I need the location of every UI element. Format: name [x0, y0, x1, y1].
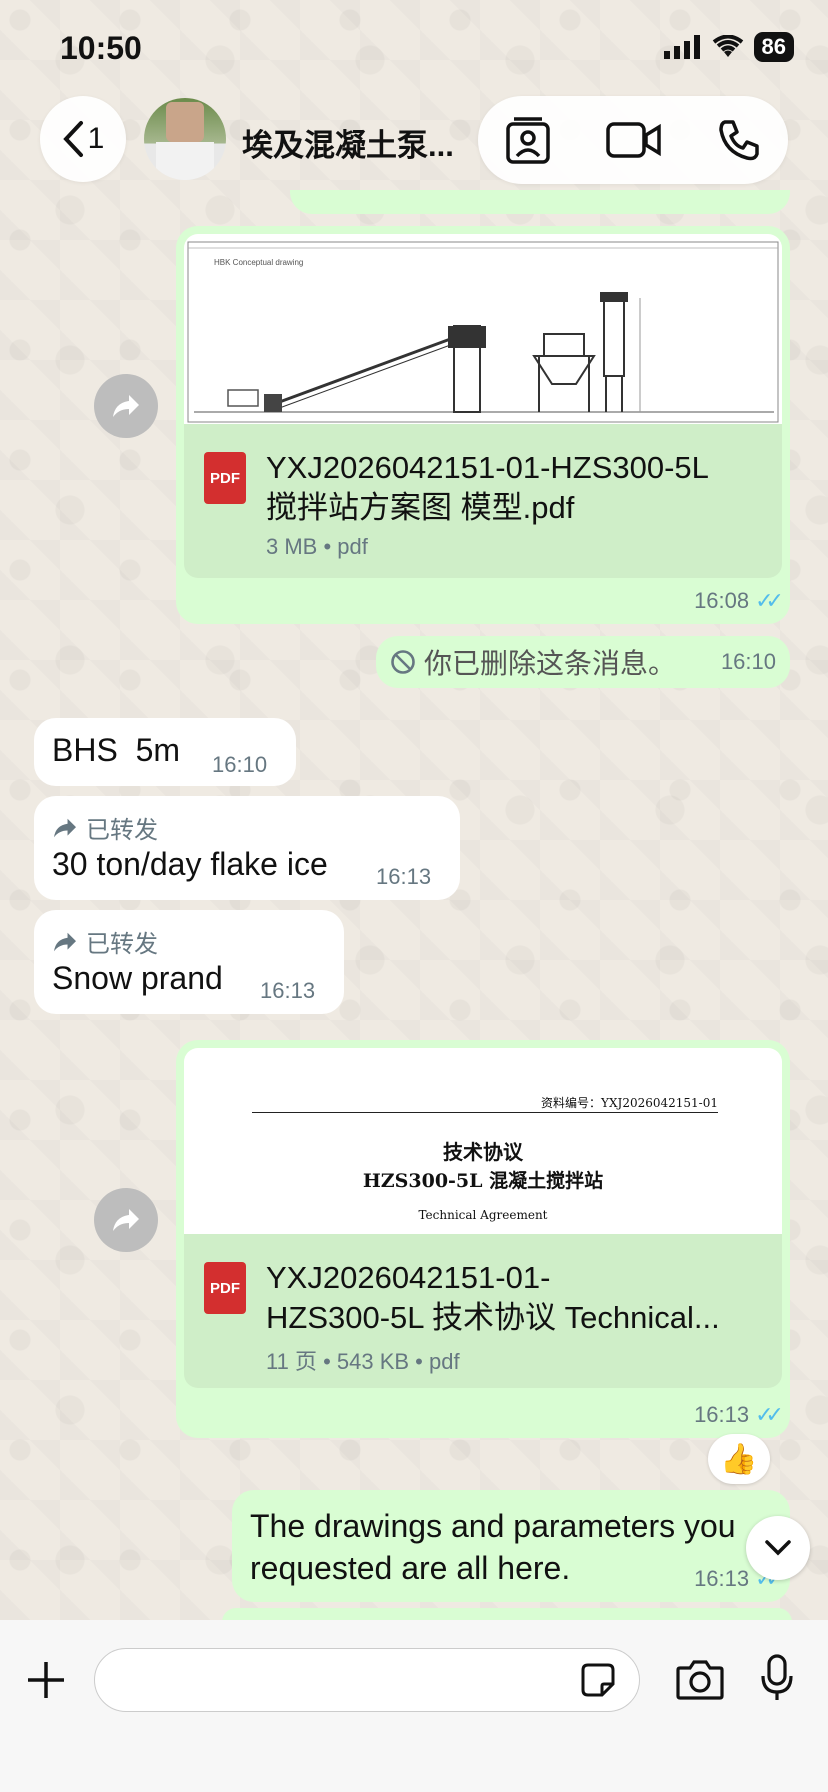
file-name-line2: 搅拌站方案图 模型.pdf — [266, 490, 575, 525]
contact-card-icon[interactable] — [505, 116, 551, 164]
header-actions — [478, 96, 788, 184]
file-info-card[interactable]: PDF YXJ2026042151-01- HZS300-5L 技术协议 Tec… — [184, 1234, 782, 1388]
thumbs-up-icon: 👍 — [720, 1442, 758, 1476]
message-time: 16:13 — [694, 1402, 750, 1427]
chevron-left-icon — [62, 121, 83, 157]
status-time: 10:50 — [60, 30, 142, 66]
reaction-badge[interactable]: 👍 — [708, 1434, 770, 1484]
video-call-icon[interactable] — [606, 121, 662, 159]
message-text-line1: The drawings and parameters you — [250, 1508, 736, 1544]
message-time: 16:13 — [376, 864, 432, 889]
thumbnail-title2: HZS300-5L 混凝土搅拌站 — [362, 1170, 604, 1192]
thumbnail-title3: Technical Agreement — [418, 1208, 548, 1222]
forwarded-arrow-icon — [54, 818, 76, 837]
contact-avatar[interactable] — [144, 98, 226, 180]
forward-arrow-icon — [113, 395, 139, 417]
wifi-icon — [712, 35, 743, 57]
message-input[interactable] — [94, 1648, 640, 1712]
file-info-card[interactable]: PDF YXJ2026042151-01-HZS300-5L 搅拌站方案图 模型… — [184, 424, 782, 578]
scroll-to-bottom-button[interactable] — [746, 1516, 810, 1580]
phone-call-icon[interactable] — [717, 118, 761, 162]
incoming-message-bubble[interactable]: BHS 5m 16:10 — [34, 718, 296, 786]
file-name-line1: YXJ2026042151-01-HZS300-5L — [266, 450, 709, 485]
blocked-icon — [391, 650, 415, 674]
file-meta: 3 MB • pdf — [266, 534, 368, 559]
contact-name[interactable]: 埃及混凝土泵... — [242, 120, 454, 165]
thumbnail-rule — [252, 1112, 718, 1113]
forward-button[interactable] — [94, 374, 158, 438]
message-text: BHS 5m — [52, 732, 181, 768]
battery-indicator: 86 — [753, 32, 794, 62]
unread-count: 1 — [87, 122, 105, 155]
message-time-row: 16:13 ✓✓ — [694, 1402, 784, 1428]
file-meta: 11 页 • 543 KB • pdf — [266, 1349, 460, 1374]
message-text-line2: requested are all here. — [250, 1550, 571, 1586]
microphone-icon[interactable] — [760, 1654, 794, 1702]
forwarded-arrow-icon — [54, 932, 76, 951]
message-bubble-partial — [290, 190, 790, 214]
forwarded-message-bubble[interactable]: 已转发 30 ton/day flake ice 16:13 — [34, 796, 460, 900]
message-text: 30 ton/day flake ice — [52, 846, 328, 882]
forwarded-label-text: 已转发 — [86, 931, 158, 958]
cellular-signal-icon — [663, 35, 700, 59]
outgoing-message-bubble[interactable]: The drawings and parameters you requeste… — [232, 1490, 790, 1602]
forwarded-message-bubble[interactable]: 已转发 Snow prand 16:13 — [34, 910, 344, 1014]
pdf-file-icon: PDF — [204, 452, 246, 504]
pdf-file-icon: PDF — [204, 1262, 246, 1314]
message-time: 16:10 — [720, 649, 776, 674]
message-time: 16:13 — [260, 978, 316, 1003]
file-message-bubble[interactable]: 资料编号：YXJ2026042151-01 技术协议 HZS300-5L 混凝土… — [176, 1040, 790, 1438]
forwarded-label: 已转发 — [52, 924, 158, 959]
camera-icon[interactable] — [676, 1658, 724, 1700]
sticker-icon[interactable] — [580, 1662, 616, 1698]
read-receipt-icon: ✓✓ — [755, 1402, 784, 1427]
forwarded-label: 已转发 — [52, 810, 158, 845]
chevron-down-icon — [765, 1540, 791, 1556]
thumbnail-doc-code: 资料编号：YXJ2026042151-01 — [541, 1096, 718, 1110]
forward-arrow-icon — [113, 1209, 139, 1231]
message-time: 16:08 — [694, 588, 750, 613]
message-time: 16:10 — [212, 752, 268, 777]
deleted-message-text: 你已删除这条消息。 — [424, 648, 677, 679]
forwarded-label-text: 已转发 — [86, 817, 158, 844]
file-name-line1: YXJ2026042151-01- — [266, 1260, 551, 1295]
message-time: 16:13 — [694, 1566, 750, 1591]
file-message-bubble[interactable]: HBK Conceptual drawing PDF YXJ2026042151… — [176, 226, 790, 624]
drawing-thumbnail[interactable]: HBK Conceptual drawing — [184, 234, 782, 424]
status-icons: 86 — [663, 32, 794, 62]
thumbnail-caption: HBK Conceptual drawing — [214, 258, 304, 267]
deleted-message-bubble[interactable]: 你已删除这条消息。 16:10 — [376, 636, 790, 688]
attach-plus-icon[interactable] — [26, 1660, 66, 1700]
back-button[interactable]: 1 — [40, 96, 126, 182]
read-receipt-icon: ✓✓ — [755, 588, 784, 613]
document-thumbnail[interactable]: 资料编号：YXJ2026042151-01 技术协议 HZS300-5L 混凝土… — [184, 1048, 782, 1234]
thumbnail-title1: 技术协议 — [443, 1140, 523, 1164]
message-time-row: 16:08 ✓✓ — [694, 588, 784, 614]
message-text: Snow prand — [52, 960, 223, 996]
forward-button[interactable] — [94, 1188, 158, 1252]
file-name-line2: HZS300-5L 技术协议 Technical... — [266, 1300, 720, 1335]
